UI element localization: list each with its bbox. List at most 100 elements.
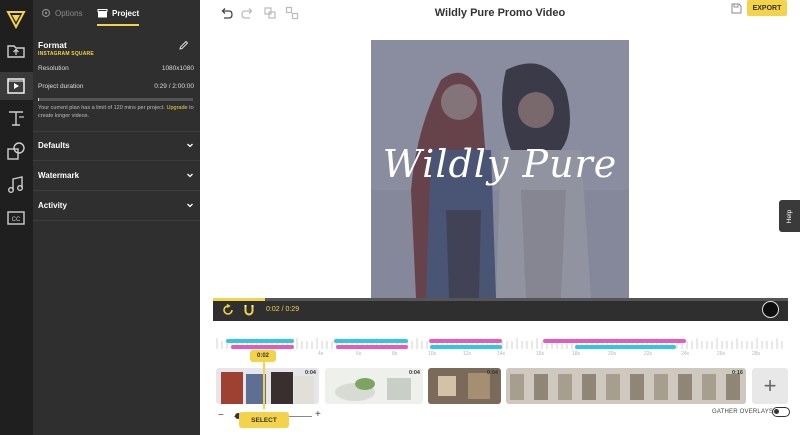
tab-options-label: Options xyxy=(55,8,83,18)
help-tab[interactable]: Help xyxy=(779,200,800,232)
text-icon[interactable] xyxy=(6,108,26,128)
clip-thumbnail xyxy=(506,368,746,404)
chevron-down-icon xyxy=(187,143,193,148)
section-watermark[interactable]: Watermark xyxy=(38,169,194,181)
section-activity-label: Activity xyxy=(38,200,67,210)
music-icon[interactable] xyxy=(6,175,26,195)
duration-progress-bar xyxy=(38,98,193,101)
zoom-out-icon[interactable]: − xyxy=(218,410,224,421)
icon-rail: CC xyxy=(0,0,33,435)
playback-bar: 0:02 / 0:29 xyxy=(213,298,788,321)
save-icon[interactable] xyxy=(731,3,742,14)
filmstrip-frame xyxy=(678,374,692,400)
record-button[interactable] xyxy=(762,301,779,318)
gear-icon xyxy=(41,8,51,18)
filmstrip-frame xyxy=(654,374,668,400)
ruler-label: 22s xyxy=(644,351,653,357)
section-defaults-label: Defaults xyxy=(38,140,70,150)
playhead[interactable] xyxy=(263,357,265,409)
ruler-label: 4s xyxy=(318,351,324,357)
gather-overlays-toggle[interactable] xyxy=(772,407,790,417)
overlay-track-bar[interactable] xyxy=(231,345,294,349)
project-title[interactable]: Wildly Pure Promo Video xyxy=(200,7,800,19)
loop-icon[interactable] xyxy=(222,304,234,316)
clip-duration: 0:04 xyxy=(408,370,420,376)
toggle-knob xyxy=(774,409,779,414)
video-canvas[interactable]: Wildly Pure xyxy=(371,40,629,298)
clapperboard-icon xyxy=(97,9,108,18)
playback-scrubber[interactable] xyxy=(213,298,788,301)
tab-project-label: Project xyxy=(112,8,140,18)
ruler-label: 20s xyxy=(608,351,617,357)
overlay-track-bar[interactable] xyxy=(226,339,294,343)
shapes-icon[interactable] xyxy=(6,141,26,161)
playhead-time-badge[interactable]: 0:02 xyxy=(250,350,276,362)
help-label: Help xyxy=(786,209,793,223)
folder-upload-icon[interactable] xyxy=(6,41,26,61)
overlay-track-bar[interactable] xyxy=(575,345,676,349)
filmstrip-frame xyxy=(702,374,716,400)
clip-thumbnail xyxy=(216,368,319,404)
svg-text:CC: CC xyxy=(12,217,21,223)
filmstrip-frame xyxy=(534,374,548,400)
ruler-label: 6s xyxy=(356,351,362,357)
clip-duration: 0:04 xyxy=(486,370,498,376)
overlay-track-bar[interactable] xyxy=(430,345,502,349)
canvas-overlay-text[interactable]: Wildly Pure xyxy=(371,142,629,186)
section-activity[interactable]: Activity xyxy=(38,199,194,211)
filmstrip-frame xyxy=(630,374,644,400)
add-clip-button[interactable]: + xyxy=(752,368,788,404)
resolution-value: 1080x1080 xyxy=(161,65,194,72)
clip-duration: 0:16 xyxy=(731,370,743,376)
media-tab[interactable] xyxy=(0,72,33,100)
ruler-label: 28s xyxy=(752,351,761,357)
tab-options[interactable]: Options xyxy=(41,0,83,26)
format-title: Format xyxy=(38,40,67,50)
video-clip[interactable]: 0:16 xyxy=(506,368,746,404)
edit-format-icon[interactable] xyxy=(178,40,189,51)
format-subtitle: INSTAGRAM SQUARE xyxy=(38,51,94,57)
overlay-track-bar[interactable] xyxy=(336,345,408,349)
ruler-label: 8s xyxy=(392,351,398,357)
divider xyxy=(33,131,200,132)
media-icon xyxy=(7,78,25,94)
zoom-in-icon[interactable]: + xyxy=(315,409,321,420)
duration-value: 0:29 / 2:00:00 xyxy=(154,83,194,90)
filmstrip-frame xyxy=(558,374,572,400)
resolution-label: Resolution xyxy=(38,65,69,72)
logo-icon[interactable] xyxy=(5,8,27,30)
divider xyxy=(33,220,200,221)
section-defaults[interactable]: Defaults xyxy=(38,139,194,151)
ruler-label: 10s xyxy=(428,351,437,357)
app: CC Options Project Format INSTAGRAM SQUA… xyxy=(0,0,800,435)
total-time: 0:29 xyxy=(285,306,300,313)
plus-icon: + xyxy=(763,373,777,398)
playback-progress-fill xyxy=(213,298,265,301)
ruler-label: 26s xyxy=(717,351,726,357)
clip-duration: 0:04 xyxy=(304,370,316,376)
panel-tabs: Options Project xyxy=(33,0,200,26)
ruler-label: 24s xyxy=(681,351,690,357)
current-time: 0:02 xyxy=(266,306,280,313)
export-button[interactable]: EXPORT xyxy=(747,0,787,16)
captions-icon[interactable]: CC xyxy=(6,208,26,228)
overlay-track-bar[interactable] xyxy=(334,339,408,343)
select-button[interactable]: SELECT xyxy=(239,412,289,428)
video-clip[interactable]: 0:04 xyxy=(428,368,501,404)
section-watermark-label: Watermark xyxy=(38,170,80,180)
duration-row: Project duration 0:29 / 2:00:00 xyxy=(38,83,194,90)
chevron-down-icon xyxy=(187,173,193,178)
tab-project[interactable]: Project xyxy=(97,0,140,26)
magnet-icon[interactable] xyxy=(243,304,255,316)
overlay-track-bar[interactable] xyxy=(543,339,686,343)
video-clip[interactable]: 0:04 xyxy=(325,368,423,404)
project-panel: Options Project Format INSTAGRAM SQUARE … xyxy=(33,0,200,435)
top-bar: Wildly Pure Promo Video EXPORT xyxy=(200,0,800,28)
overlay-track-bar[interactable] xyxy=(429,339,502,343)
filmstrip-frame xyxy=(606,374,620,400)
plan-note-text: Your current plan has a limit of 120 min… xyxy=(38,105,165,111)
duration-progress-fill xyxy=(38,98,39,101)
video-clip[interactable]: 0:04 xyxy=(216,368,319,404)
upgrade-link[interactable]: Upgrade xyxy=(167,105,188,111)
ruler-label: 12s xyxy=(463,351,472,357)
